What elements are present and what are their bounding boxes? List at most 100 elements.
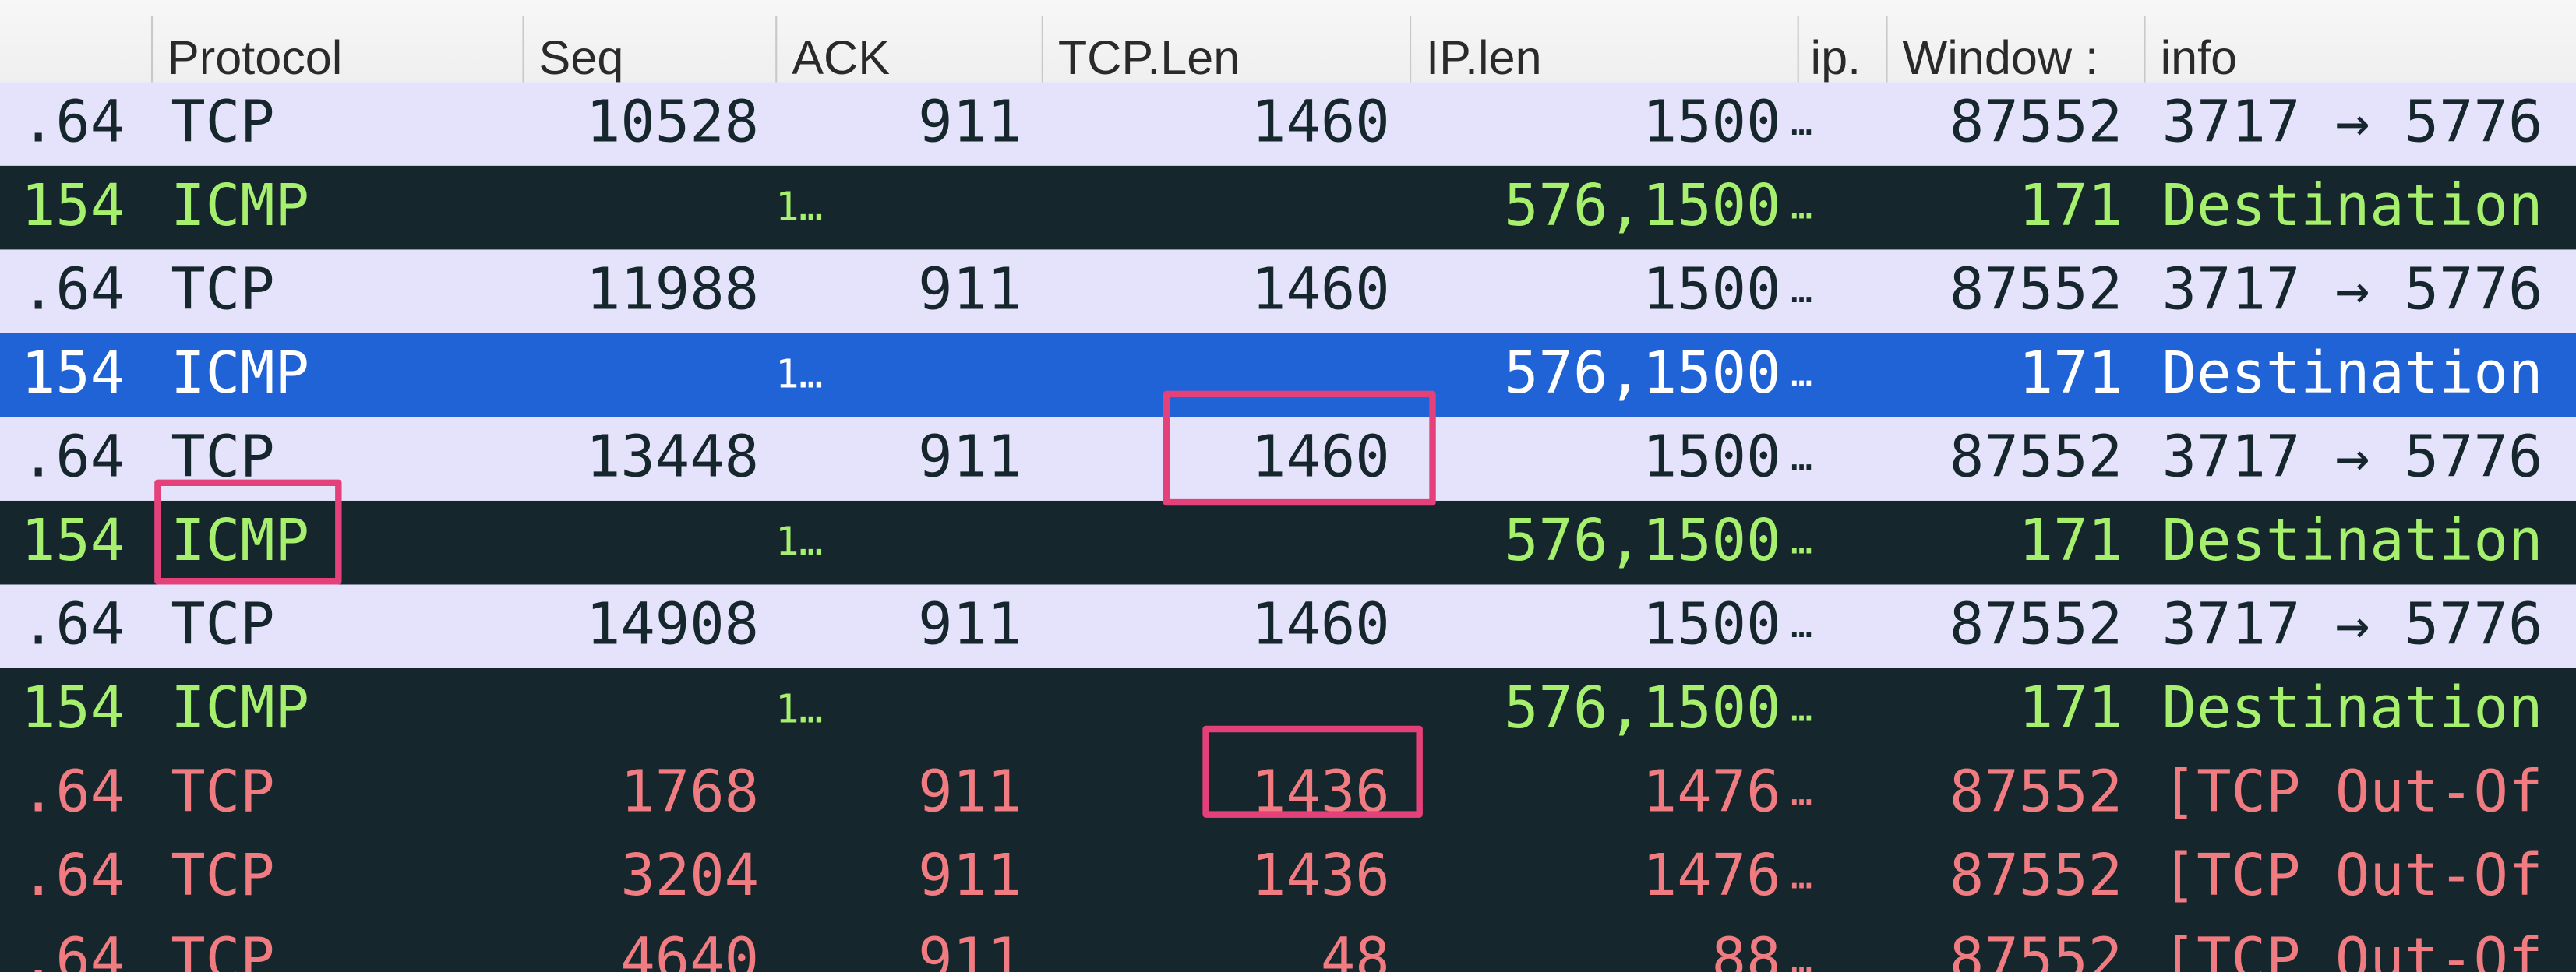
cell-tcp-len: 1460	[1251, 593, 1390, 659]
cell-info: Destination	[2161, 676, 2543, 742]
cell-protocol: TCP	[171, 760, 275, 826]
cell-ip-len: 576,1500	[1504, 174, 1781, 240]
packet-row[interactable]: 154 ICMP 1… 576,1500… 171 Destination	[0, 165, 2576, 250]
cell-info: [TCP Out-Of	[2161, 760, 2543, 826]
cell-time: 154	[20, 676, 125, 742]
cell-time: .64	[20, 593, 125, 659]
packet-row[interactable]: .64 TCP 4640 911 48 88 … 87552 [TCP Out-Of	[0, 919, 2576, 972]
cell-tcp-len	[1039, 668, 1390, 752]
cell-tcp-len: 1436	[1251, 843, 1390, 910]
cell-info: 3717 → 5776	[2161, 90, 2543, 157]
cell-protocol: TCP	[171, 90, 275, 157]
cell-tcp-len: 1436	[1251, 760, 1390, 826]
cell-window: 87552	[1949, 928, 2123, 972]
cell-ip: …	[1791, 354, 1812, 396]
packet-row[interactable]: .64 TCP 11988 911 1460 1500… 87552 3717 → 5776	[0, 249, 2576, 333]
cell-seq	[522, 501, 759, 585]
cell-info: 3717 → 5776	[2161, 593, 2543, 659]
cell-ip: …	[1791, 103, 1812, 145]
cell-window: 87552	[1949, 593, 2123, 659]
cell-tcp-len: 1460	[1251, 257, 1390, 324]
cell-info: [TCP Out-Of	[2161, 928, 2543, 972]
cell-time: .64	[20, 928, 125, 972]
cell-time: 154	[20, 509, 125, 575]
cell-ack: 911	[918, 257, 1022, 324]
cell-window: 87552	[1949, 257, 2123, 324]
cell-seq	[522, 668, 759, 752]
cell-time: .64	[20, 257, 125, 324]
cell-info: 3717 → 5776	[2161, 425, 2543, 491]
cell-ip: …	[1791, 522, 1812, 564]
cell-window: 171	[2018, 174, 2123, 240]
cell-ip: …	[1791, 773, 1812, 815]
cell-ip-len: 1500	[1642, 257, 1781, 324]
cell-seq: 14908	[585, 593, 760, 659]
packet-row[interactable]: .64 TCP 1768 911 1436 1476… 87552 [TCP Out-Of	[0, 752, 2576, 836]
cell-ip-len: 576,1500	[1504, 341, 1781, 407]
cell-seq: 4640	[620, 928, 760, 972]
cell-ip-len: 1476	[1642, 843, 1781, 910]
cell-info: Destination	[2161, 174, 2543, 240]
cell-ip-len: 88	[1711, 928, 1781, 972]
packet-row[interactable]: .64 TCP 13448 911 1460 1500… 87552 3717 → 5776	[0, 417, 2576, 501]
cell-protocol: ICMP	[171, 676, 310, 742]
cell-seq: 1768	[620, 760, 760, 826]
packet-row[interactable]: .64 TCP 14908 911 1460 1500… 87552 3717 → 5776	[0, 584, 2576, 669]
cell-info: [TCP Out-Of	[2161, 843, 2543, 910]
cell-ip-len: 1500	[1642, 425, 1781, 491]
cell-info: 3717 → 5776	[2161, 257, 2543, 324]
cell-ip: …	[1791, 857, 1812, 899]
cell-protocol: ICMP	[171, 174, 310, 240]
cell-tcp-len: 1460	[1251, 425, 1390, 491]
cell-ip: …	[1791, 689, 1812, 731]
cell-time: .64	[20, 90, 125, 157]
cell-ack: 1…	[775, 184, 824, 231]
cell-window: 87552	[1949, 760, 2123, 826]
cell-seq: 3204	[620, 843, 760, 910]
cell-ip: …	[1791, 605, 1812, 647]
cell-seq	[522, 166, 759, 250]
cell-ip-len: 576,1500	[1504, 509, 1781, 575]
cell-ack: 911	[918, 90, 1022, 157]
cell-window: 87552	[1949, 843, 2123, 910]
cell-ack: 911	[918, 760, 1022, 826]
cell-ip: …	[1791, 187, 1812, 229]
cell-tcp-len: 1460	[1251, 90, 1390, 157]
cell-ip: …	[1791, 940, 1812, 972]
cell-seq: 10528	[585, 90, 760, 157]
cell-ip-len: 576,1500	[1504, 676, 1781, 742]
cell-time: .64	[20, 425, 125, 491]
packet-row[interactable]: 154 ICMP 1… 576,1500… 171 Destination	[0, 500, 2576, 585]
cell-window: 87552	[1949, 425, 2123, 491]
cell-ip-len: 1500	[1642, 90, 1781, 157]
cell-protocol: TCP	[171, 257, 275, 324]
cell-ack: 911	[918, 928, 1022, 972]
cell-ack: 1…	[775, 519, 824, 565]
cell-ip-len: 1476	[1642, 760, 1781, 826]
packet-row[interactable]: 154 ICMP 1… 576,1500… 171 Destination	[0, 668, 2576, 752]
cell-time: .64	[20, 843, 125, 910]
cell-seq: 13448	[585, 425, 760, 491]
cell-seq: 11988	[585, 257, 760, 324]
cell-window: 171	[2018, 341, 2123, 407]
cell-info: Destination	[2161, 341, 2543, 407]
packet-list-view: Protocol Seq ACK TCP.Len IP.len ip. Wind…	[0, 0, 2576, 972]
cell-ip-len: 1500	[1642, 593, 1781, 659]
cell-window: 171	[2018, 676, 2123, 742]
cell-protocol: TCP	[171, 843, 275, 910]
cell-time: 154	[20, 174, 125, 240]
cell-ack: 1…	[775, 351, 824, 398]
packet-row[interactable]: .64 TCP 3204 911 1436 1476… 87552 [TCP Out-Of	[0, 836, 2576, 920]
cell-time: 154	[20, 341, 125, 407]
cell-info: Destination	[2161, 509, 2543, 575]
cell-tcp-len: 48	[1320, 928, 1390, 972]
cell-ack: 911	[918, 425, 1022, 491]
cell-tcp-len	[1039, 166, 1390, 250]
cell-protocol: TCP	[171, 593, 275, 659]
cell-ip: …	[1791, 270, 1812, 312]
cell-tcp-len	[1039, 501, 1390, 585]
packet-row[interactable]: .64 TCP 10528 911 1460 1500… 87552 3717 → 5776	[0, 82, 2576, 166]
packet-row[interactable]: 154 ICMP 1… 576,1500… 171 Destination	[0, 333, 2576, 417]
cell-protocol: TCP	[171, 928, 275, 972]
packet-rows: .64 TCP 10528 911 1460 1500… 87552 3717 → 5776 1…	[0, 82, 2576, 972]
